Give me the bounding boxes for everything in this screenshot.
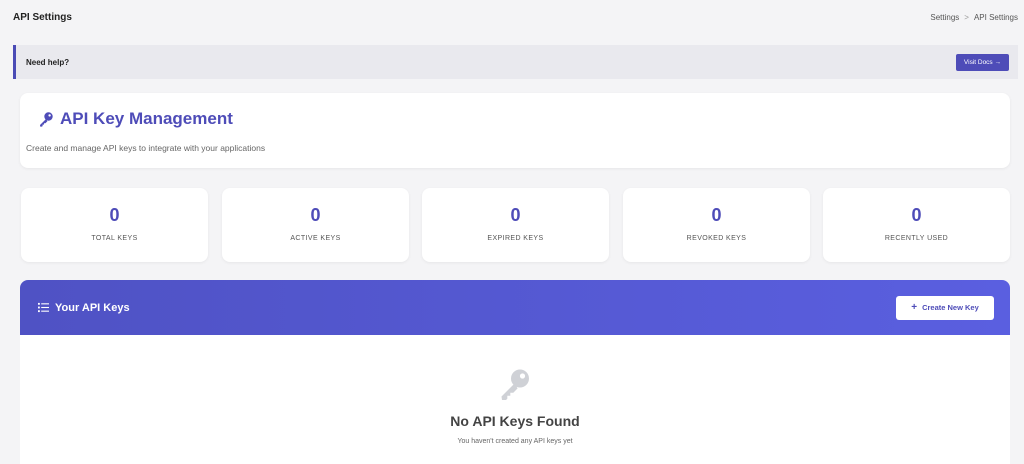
breadcrumb-separator: >: [964, 12, 969, 22]
stat-card-expired-keys: 0 EXPIRED KEYS: [422, 188, 609, 262]
create-new-key-button[interactable]: + Create New Key: [896, 295, 994, 320]
create-new-key-label: Create New Key: [922, 303, 979, 312]
help-banner: Need help? Visit Docs →: [13, 45, 1018, 79]
api-keys-header: Your API Keys + Create New Key: [20, 280, 1010, 335]
empty-state-title: No API Keys Found: [450, 413, 580, 429]
empty-state-subtitle: You haven't created any API keys yet: [457, 438, 573, 445]
api-key-management-card: API Key Management Create and manage API…: [20, 93, 1010, 168]
stat-value: 0: [911, 205, 922, 225]
list-icon: [38, 302, 49, 313]
stat-card-revoked-keys: 0 REVOKED KEYS: [623, 188, 810, 262]
visit-docs-button[interactable]: Visit Docs →: [955, 53, 1009, 71]
api-keys-title: Your API Keys: [55, 301, 130, 314]
stat-card-active-keys: 0 ACTIVE KEYS: [222, 188, 409, 262]
key-icon: [501, 369, 529, 400]
stat-value: 0: [510, 205, 521, 225]
breadcrumb-item-settings[interactable]: Settings: [930, 13, 959, 22]
stat-card-recently-used: 0 RECENTLY USED: [823, 188, 1010, 262]
stat-label: RECENTLY USED: [884, 235, 949, 242]
stat-value: 0: [310, 205, 321, 225]
empty-state: No API Keys Found You haven't created an…: [20, 335, 1010, 445]
breadcrumb-item-current: API Settings: [973, 12, 1018, 22]
api-keys-panel: Your API Keys + Create New Key No API Ke…: [20, 280, 1010, 464]
management-subtitle: Create and manage API keys to integrate …: [26, 143, 266, 153]
stat-label: ACTIVE KEYS: [290, 235, 341, 242]
stat-label: TOTAL KEYS: [91, 235, 138, 242]
api-keys-heading: Your API Keys: [38, 302, 130, 314]
breadcrumb: Settings > API Settings: [930, 13, 1018, 22]
management-heading: API Key Management: [38, 109, 1010, 129]
stat-label: REVOKED KEYS: [686, 235, 747, 242]
management-title: API Key Management: [60, 109, 233, 128]
page-title: API Settings: [13, 11, 72, 23]
stat-value: 0: [109, 205, 120, 225]
top-bar: API Settings Settings > API Settings: [0, 0, 1024, 34]
help-text: Need help?: [26, 57, 70, 67]
stat-card-total-keys: 0 TOTAL KEYS: [21, 188, 208, 262]
plus-icon: +: [911, 301, 918, 313]
stat-value: 0: [711, 205, 722, 225]
key-icon: [40, 112, 53, 127]
stat-label: EXPIRED KEYS: [487, 235, 544, 242]
